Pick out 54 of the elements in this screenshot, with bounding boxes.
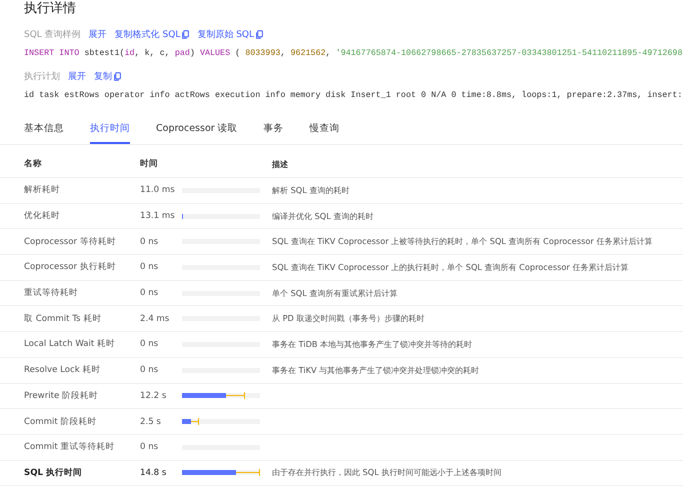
table-cell: 事务在 TiDB 本地与其他事务产生了锁冲突并等待的耗时	[272, 338, 472, 349]
code-line: INSERT INTO sbtest1(id, k, c, pad) VALUES ( 8033993, 9621562, '94167765874-10662798665-27835637257-03343801251-54110211895-49712698	[23, 47, 683, 59]
table-cell: 单个 SQL 查询所有重试累计后计算	[272, 288, 398, 298]
code-line: id task estRows operator info actRows execution info memory disk Insert_1 root 0 N/A 0 time:8.8ms, loops:1, prepare:2.37ms, insert:	[23, 89, 683, 101]
column-header-text: 时间	[140, 159, 158, 169]
link[interactable]: 展开	[68, 70, 86, 82]
tab[interactable]: Coprocessor 读取	[156, 118, 238, 144]
tab[interactable]: 慢查询	[310, 118, 340, 144]
table-cell: 0 ns	[140, 288, 158, 298]
table-cell: 0 ns	[140, 365, 158, 376]
column-header-text: 描述	[272, 158, 288, 168]
copy-icon[interactable]	[114, 72, 121, 80]
copy-icon[interactable]	[182, 30, 190, 38]
copy-icon[interactable]	[256, 30, 264, 38]
table-cell: 解析 SQL 查询的耗时	[272, 184, 350, 195]
table-cell: 优化耗时	[24, 211, 60, 222]
table-cell: 由于存在并行执行，因此 SQL 执行时间可能远小于上述各项时间	[272, 467, 502, 478]
tab[interactable]: 基本信息	[24, 118, 64, 144]
table-cell: SQL 查询在 TiKV Coprocessor 上的执行耗时，单个 SQL 查询所有 Coprocessor 任务累计后计算	[272, 262, 628, 272]
link[interactable]: 复制原始 SQL	[197, 28, 254, 40]
table-cell: Coprocessor 等待耗时	[24, 236, 116, 247]
table-cell: 0 ns	[140, 262, 158, 272]
table-cell: SQL 执行时间	[24, 468, 82, 478]
section-label: 执行计划	[24, 70, 60, 82]
table-cell: 0 ns	[140, 442, 158, 452]
table-cell: Local Latch Wait 耗时	[24, 339, 116, 350]
table-cell: 事务在 TiKV 与其他事务产生了锁冲突并处理锁冲突的耗时	[272, 364, 480, 375]
table-cell: Prewrite 阶段耗时	[24, 390, 98, 401]
link[interactable]: 展开	[88, 28, 107, 40]
table-cell: Commit 重试等待耗时	[24, 442, 114, 452]
table-cell: 13.1 ms	[140, 211, 175, 222]
table-cell: 2.5 s	[140, 416, 161, 427]
table-cell: 取 Commit Ts 耗时	[24, 314, 102, 324]
column-header-text: 名称	[24, 159, 42, 169]
page-title: 执行详情	[23, 0, 77, 17]
tab[interactable]: 执行时间	[90, 118, 130, 144]
section-label: SQL 查询样例	[24, 28, 81, 40]
table-cell: 2.4 ms	[140, 314, 170, 324]
table-cell: 12.2 s	[140, 390, 166, 401]
table-cell: 解析耗时	[24, 185, 60, 196]
table-cell: 14.8 s	[140, 468, 166, 478]
table-cell: SQL 查询在 TiKV Coprocessor 上被等待执行的耗时，单个 SQL 查询所有 Coprocessor 任务累计后计算	[272, 236, 652, 246]
table-cell: Resolve Lock 耗时	[24, 365, 100, 376]
link[interactable]: 复制格式化 SQL	[114, 28, 180, 40]
table-cell: 重试等待耗时	[24, 288, 78, 298]
table-cell: 0 ns	[140, 236, 158, 247]
table-cell: 0 ns	[140, 339, 158, 350]
table-cell: 11.0 ms	[140, 185, 175, 196]
table-cell: 编译并优化 SQL 查询的耗时	[272, 210, 374, 221]
table-cell: Coprocessor 执行耗时	[24, 262, 116, 272]
link[interactable]: 复制	[94, 70, 112, 82]
table-cell: Commit 阶段耗时	[24, 416, 96, 427]
table-cell: 从 PD 取递交时间戳（事务号）步骤的耗时	[272, 313, 424, 324]
tab[interactable]: 事务	[264, 118, 284, 144]
